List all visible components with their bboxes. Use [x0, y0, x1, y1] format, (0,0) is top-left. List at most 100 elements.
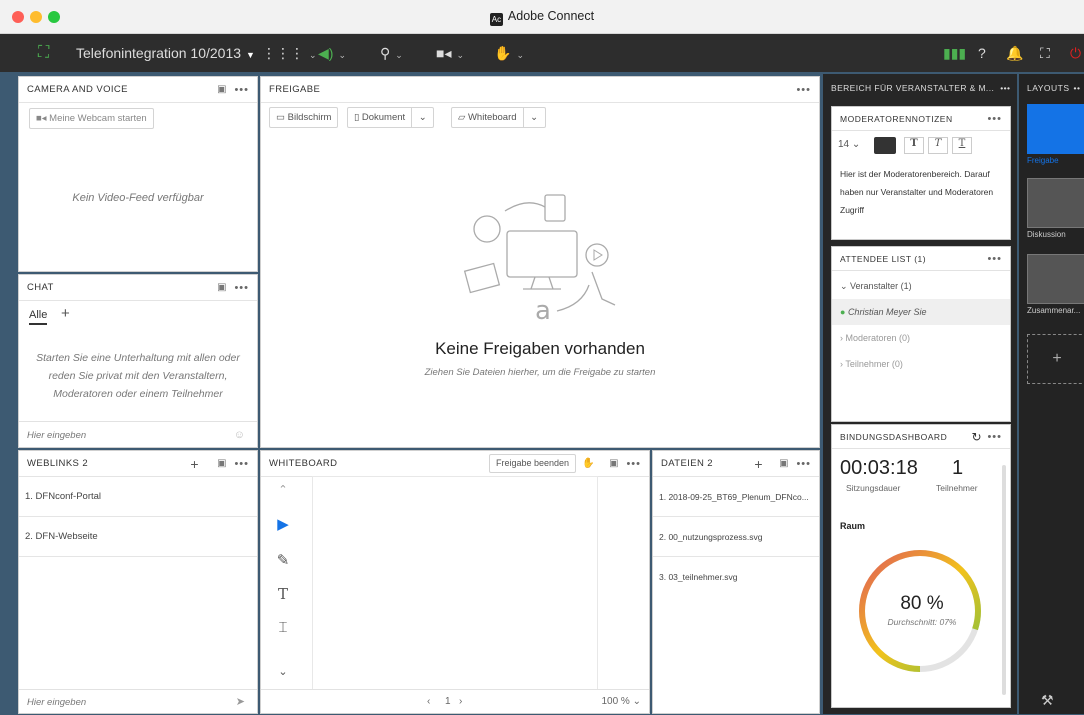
connection-status-icon[interactable]: ▮▮▮ — [943, 34, 966, 72]
layout-label-diskussion[interactable]: Diskussion — [1027, 230, 1066, 239]
meeting-title-menu[interactable]: Telefonintegration 10/2013 ▼ — [76, 34, 255, 72]
camera-icon[interactable]: ■◂ ⌄ — [436, 34, 464, 72]
layout-label-freigabe[interactable]: Freigabe — [1027, 156, 1059, 165]
chat-input[interactable]: Hier eingeben ☺ — [19, 421, 257, 447]
files-pod-header: DATEIEN 2 + ▣ ••• — [653, 451, 819, 477]
pod-menu-icon[interactable]: ••• — [234, 451, 249, 476]
pod-menu-icon[interactable]: ••• — [987, 107, 1002, 131]
share-screen-button[interactable]: ▭ Bildschirm — [269, 107, 339, 128]
text-color-swatch[interactable] — [874, 137, 896, 154]
raise-hand-icon[interactable]: ✋ ⌄ — [494, 34, 524, 72]
file-item[interactable]: 2. 00_nutzungsprozess.svg — [653, 517, 819, 557]
help-icon[interactable]: ? — [978, 34, 986, 72]
layouts-menu-icon[interactable]: •• — [1074, 83, 1081, 93]
shape-tool-icon[interactable]: ⌶ — [271, 619, 295, 636]
refresh-icon[interactable]: ↻ — [971, 425, 982, 449]
power-icon[interactable]: ⏻ — [1070, 34, 1081, 72]
app-menu-icon[interactable]: ⛶ — [38, 34, 58, 72]
chat-pod-header: CHAT ▣ ••• — [19, 275, 257, 301]
fullscreen-pod-icon[interactable]: ▣ — [779, 451, 789, 476]
add-weblink-icon[interactable]: + — [190, 451, 199, 476]
weblink-item[interactable]: 2. DFN-Webseite — [19, 517, 257, 557]
gauge-average: Durchschnitt: 07% — [887, 617, 957, 627]
next-page-icon[interactable]: › — [459, 690, 462, 714]
pointer-icon[interactable]: ✋ — [582, 451, 595, 476]
chevron-down-icon[interactable]: ⌄ — [411, 108, 433, 127]
host-area-header: BEREICH FÜR VERANSTALTER & M... ••• — [831, 83, 1011, 93]
session-duration-label: Sitzungsdauer — [846, 483, 901, 493]
scroll-down-icon[interactable]: ⌄ — [271, 665, 295, 678]
dashboard-scrollbar[interactable] — [1002, 465, 1006, 695]
fullscreen-pod-icon[interactable]: ▣ — [217, 77, 227, 102]
notes-formatting-bar: 14 ⌄ T T T — [838, 137, 1004, 157]
layout-label-zusammenarbeit[interactable]: Zusammenar... — [1027, 306, 1080, 315]
selection-tool-icon[interactable]: ▶ — [271, 515, 295, 533]
layout-thumb-zusammenarbeit[interactable] — [1027, 254, 1084, 304]
italic-icon[interactable]: T — [928, 137, 948, 154]
host-area-menu-icon[interactable]: ••• — [1000, 83, 1010, 93]
pod-menu-icon[interactable]: ••• — [626, 451, 641, 476]
weblinks-pod-header: WEBLINKS 2 + ▣ ••• — [19, 451, 257, 477]
stop-sharing-button[interactable]: Freigabe beenden — [489, 454, 577, 473]
share-pod: FREIGABE ••• ▭ Bildschirm ▯ Dokument ⌄ ▱ W… — [260, 76, 820, 448]
whiteboard-canvas[interactable] — [313, 477, 597, 689]
fullscreen-pod-icon[interactable]: ▣ — [217, 451, 227, 476]
scroll-up-icon[interactable]: ⌃ — [271, 483, 295, 496]
layout-grid-icon[interactable]: ⋮⋮⋮ ⌄ — [262, 34, 317, 72]
participant-count: 1 — [952, 457, 964, 479]
fullscreen-pod-icon[interactable]: ▣ — [217, 275, 227, 300]
emoji-icon[interactable]: ☺ — [234, 422, 245, 448]
fullscreen-pod-icon[interactable]: ▣ — [609, 451, 619, 476]
font-size-select[interactable]: 14 ⌄ — [838, 139, 860, 150]
bold-icon[interactable]: T — [904, 137, 924, 154]
pod-menu-icon[interactable]: ••• — [987, 247, 1002, 271]
add-file-icon[interactable]: + — [754, 451, 763, 476]
attendee-row[interactable]: ● Christian Meyer Sie — [832, 299, 1010, 325]
pod-menu-icon[interactable]: ••• — [234, 275, 249, 300]
session-duration: 00:03:18 — [840, 457, 918, 479]
pod-menu-icon[interactable]: ••• — [796, 451, 811, 476]
camera-pod-header: CAMERA AND VOICE ▣ ••• — [19, 77, 257, 103]
share-document-button[interactable]: ▯ Dokument ⌄ — [347, 107, 435, 128]
share-whiteboard-button[interactable]: ▱ Whiteboard ⌄ — [451, 107, 546, 128]
add-layout-button[interactable]: + — [1027, 334, 1084, 384]
chat-tab-all[interactable]: Alle — [29, 309, 48, 325]
notifications-icon[interactable]: 🔔 — [1006, 34, 1023, 72]
participants-group[interactable]: › Teilnehmer (0) — [832, 351, 1010, 377]
file-item[interactable]: 1. 2018-09-25_BT69_Plenum_DFNco... — [653, 477, 819, 517]
share-illustration-icon: a — [463, 194, 616, 326]
weblinks-pod: WEBLINKS 2 + ▣ ••• 1. DFNconf-Portal 2. DFN… — [18, 450, 258, 714]
pod-menu-icon[interactable]: ••• — [234, 77, 249, 102]
audio-icon[interactable]: ◀) ⌄ — [318, 34, 346, 72]
underline-icon[interactable]: T — [952, 137, 972, 154]
hosts-group[interactable]: ⌄ Veranstalter (1) — [832, 273, 1010, 299]
microphone-icon[interactable]: ⚲ ⌄ — [380, 34, 403, 72]
start-webcam-button[interactable]: ■◂ Meine Webcam starten — [29, 108, 154, 129]
pencil-tool-icon[interactable]: ✎ — [271, 551, 295, 569]
layouts-header: LAYOUTS •• — [1027, 83, 1081, 93]
pod-menu-icon[interactable]: ••• — [987, 425, 1002, 449]
engagement-dashboard-pod: BINDUNGSDASHBOARD ↻ ••• 00:03:18 Sitzungsd… — [831, 424, 1011, 708]
chevron-down-icon[interactable]: ⌄ — [522, 108, 545, 127]
send-icon[interactable]: ➤ — [236, 690, 245, 714]
whiteboard-pagination: ‹ 1 › 100 % ⌄ — [261, 689, 649, 713]
weblink-input[interactable]: Hier eingeben ➤ — [19, 689, 257, 713]
settings-tools-icon[interactable]: ⚒ — [1041, 692, 1054, 709]
pod-menu-icon[interactable]: ••• — [796, 77, 811, 102]
camera-voice-pod: CAMERA AND VOICE ▣ ••• ■◂ Meine Webcam sta… — [18, 76, 258, 272]
text-tool-icon[interactable]: T — [271, 585, 295, 603]
previous-page-icon[interactable]: ‹ — [427, 690, 430, 714]
fullscreen-icon[interactable]: ⛶ — [1040, 34, 1050, 72]
weblink-item[interactable]: 1. DFNconf-Portal — [19, 477, 257, 517]
layout-thumb-diskussion[interactable] — [1027, 178, 1084, 228]
gauge-percent: 80 % — [900, 593, 944, 614]
zoom-select[interactable]: 100 % ⌄ — [601, 690, 641, 714]
file-item[interactable]: 3. 03_teilnehmer.svg — [653, 557, 819, 597]
notes-text[interactable]: Hier ist der Moderatorenbereich. Darauf … — [840, 165, 1002, 219]
window-title: Ac Adobe Connect — [489, 9, 595, 26]
chat-pod: CHAT ▣ ••• Alle + Starten Sie eine Unterha… — [18, 274, 258, 448]
layout-thumb-freigabe[interactable] — [1027, 104, 1084, 154]
moderators-group[interactable]: › Moderatoren (0) — [832, 325, 1010, 351]
document-icon: ▯ — [354, 112, 362, 123]
add-chat-tab-button[interactable]: + — [61, 305, 70, 322]
